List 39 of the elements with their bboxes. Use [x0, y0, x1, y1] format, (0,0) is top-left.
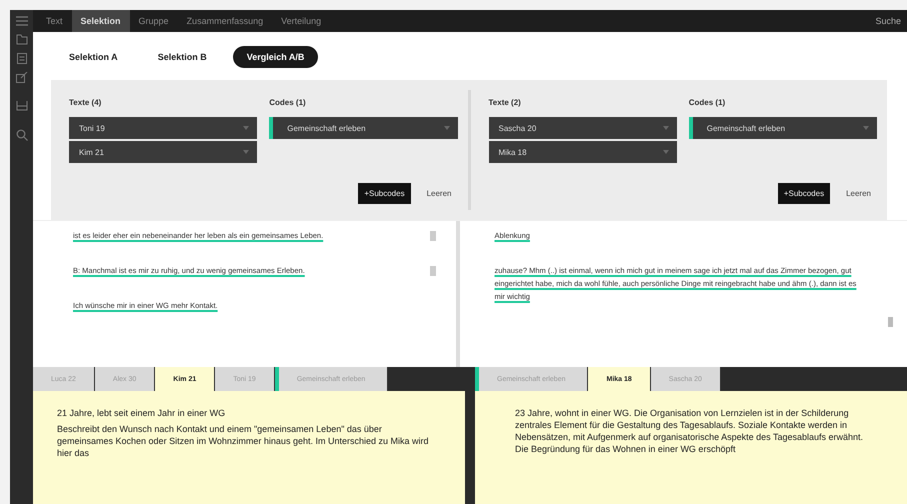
scrollbar-thumb[interactable] [888, 317, 893, 327]
document-icon[interactable] [16, 53, 28, 64]
subcodes-button[interactable]: +Subcodes [358, 183, 411, 204]
note-text: 21 Jahre, lebt seit einem Jahr in einer WG [57, 407, 226, 419]
selection-tab[interactable]: Selektion B [144, 46, 221, 68]
folder-icon[interactable] [16, 34, 28, 45]
clear-button[interactable]: Leeren [420, 188, 458, 199]
subcodes-button[interactable]: +Subcodes [778, 183, 830, 204]
nav-tab[interactable]: Selektion [72, 10, 130, 32]
caret-icon [243, 126, 250, 130]
text-dropdown[interactable]: Kim 21 [69, 141, 258, 163]
nav-tab[interactable]: Verteilung [272, 10, 330, 32]
code-dropdown[interactable]: Gemeinschaft erleben [688, 117, 877, 139]
search-icon[interactable] [16, 129, 28, 141]
nav-tab[interactable]: Text [37, 10, 72, 32]
selection-tab[interactable]: Selektion A [55, 46, 132, 68]
edit-icon[interactable] [16, 72, 28, 83]
caret-icon [863, 126, 869, 130]
caret-icon [662, 150, 669, 154]
caret-icon [444, 126, 450, 130]
search-link[interactable]: Suche [875, 16, 907, 26]
text-dropdown[interactable]: Sascha 20 [488, 117, 677, 139]
texts-label: Texte (4) [69, 98, 102, 107]
nav-tab[interactable]: Zusammenfassung [178, 10, 272, 32]
code-dropdown[interactable]: Gemeinschaft erleben [269, 117, 458, 139]
note-text: Beschreibt den Wunsch nach Kontakt und einem "gemeinsamen Leben" das über gemeinsames Kochen oder Sitzen im Wohnzimmer hinaus geht. Im Unterschied zu Mika wird hier das [57, 423, 430, 459]
menu-icon[interactable] [16, 16, 28, 26]
caret-icon [243, 150, 250, 154]
texts-label: Texte (2) [488, 98, 522, 107]
codes-label: Codes (1) [688, 98, 726, 107]
nav-tab[interactable]: Gruppe [130, 10, 178, 32]
text-dropdown[interactable]: Mika 18 [488, 141, 677, 163]
selection-tab[interactable]: Vergleich A/B [232, 46, 318, 68]
note-text: 23 Jahre, wohnt in einer WG. Die Organisation von Lernzielen ist in der Schilderung zentrales Element für die Gestaltung des Tagesablaufs. Soziale Kontakte werden in Nebensätzen, mit Aufgenmerk auf organisatorische Aspekte des Tagesablaufs erwähnt. Die Begründung für das Wohnen in einer WG erschöpft [515, 407, 864, 455]
caret-icon [662, 126, 669, 130]
clear-button[interactable]: Leeren [840, 188, 877, 199]
codes-label: Codes (1) [269, 98, 307, 107]
text-dropdown[interactable]: Toni 19 [69, 117, 258, 139]
tray-icon[interactable] [16, 101, 28, 111]
